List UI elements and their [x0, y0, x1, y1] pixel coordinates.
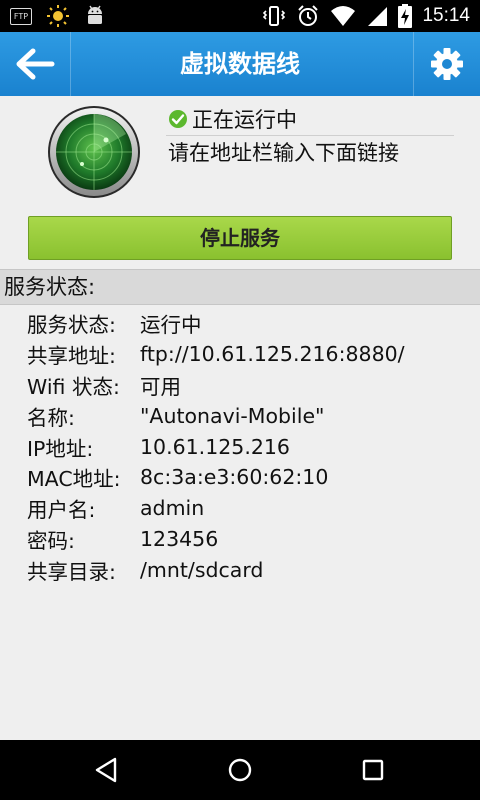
triangle-back-icon	[95, 757, 117, 783]
gear-icon	[431, 48, 463, 80]
info-row-wifi-status: Wifi 状态: 可用	[27, 370, 467, 401]
info-label: 共享地址:	[27, 344, 116, 369]
nav-recents-button[interactable]	[333, 740, 413, 800]
address-hint: 请在地址栏输入下面链接	[168, 141, 399, 165]
radar-icon	[48, 106, 140, 198]
service-info-list: 服务状态: 运行中 共享地址: ftp://10.61.125.216:8880…	[27, 308, 467, 585]
wifi-icon	[331, 6, 356, 26]
running-status: 正在运行中	[168, 104, 297, 134]
info-value: 8c:3a:e3:60:62:10	[140, 465, 329, 490]
info-label: IP地址:	[27, 436, 94, 461]
action-bar: 虚拟数据线	[0, 32, 480, 96]
sun-icon	[47, 5, 69, 27]
navigation-bar	[0, 740, 480, 800]
info-row-username: 用户名: admin	[27, 493, 467, 524]
alarm-icon	[298, 5, 319, 26]
info-row-service-status: 服务状态: 运行中	[27, 308, 467, 339]
status-bar: FTP 15:14	[0, 0, 480, 32]
info-label: 共享目录:	[27, 559, 116, 584]
info-value: 运行中	[140, 313, 202, 338]
status-bar-right: 15:14	[262, 4, 470, 28]
info-value: /mnt/sdcard	[140, 557, 264, 582]
running-status-text: 正在运行中	[192, 108, 297, 132]
info-label: MAC地址:	[27, 467, 121, 492]
info-row-mac-address: MAC地址: 8c:3a:e3:60:62:10	[27, 462, 467, 493]
square-recents-icon	[362, 759, 384, 781]
settings-button[interactable]	[413, 32, 480, 96]
info-label: Wifi 状态:	[27, 374, 120, 399]
clock: 15:14	[422, 5, 470, 26]
divider	[166, 135, 454, 136]
check-circle-icon	[169, 110, 187, 128]
arrow-left-icon	[16, 48, 55, 80]
back-button[interactable]	[0, 32, 71, 96]
info-row-name: 名称: "Autonavi-Mobile"	[27, 400, 467, 431]
info-value: 10.61.125.216	[140, 434, 290, 459]
nav-home-button[interactable]	[200, 740, 280, 800]
status-bar-left: FTP	[10, 4, 106, 28]
info-value: 可用	[140, 374, 181, 399]
circle-home-icon	[228, 758, 252, 782]
cell-signal-icon	[368, 7, 388, 26]
page-title: 虚拟数据线	[180, 50, 300, 78]
nav-back-button[interactable]	[66, 740, 146, 800]
info-value: 123456	[140, 526, 219, 551]
battery-charging-icon	[398, 4, 413, 28]
info-row-password: 密码: 123456	[27, 524, 467, 555]
info-label: 服务状态:	[27, 313, 116, 338]
info-row-ip-address: IP地址: 10.61.125.216	[27, 431, 467, 462]
info-value: admin	[140, 496, 205, 521]
info-row-share-address: 共享地址: ftp://10.61.125.216:8880/	[27, 339, 467, 370]
info-value: ftp://10.61.125.216:8880/	[140, 342, 405, 367]
section-header: 服务状态:	[0, 269, 480, 305]
ftp-notification-icon: FTP	[10, 7, 32, 25]
stop-service-button[interactable]: 停止服务	[28, 216, 452, 260]
info-label: 密码:	[27, 528, 75, 553]
info-label: 用户名:	[27, 498, 96, 523]
info-row-share-directory: 共享目录: /mnt/sdcard	[27, 554, 467, 585]
info-label: 名称:	[27, 405, 75, 430]
android-icon	[88, 5, 102, 24]
info-value: "Autonavi-Mobile"	[140, 403, 325, 428]
vibrate-icon	[263, 6, 286, 26]
